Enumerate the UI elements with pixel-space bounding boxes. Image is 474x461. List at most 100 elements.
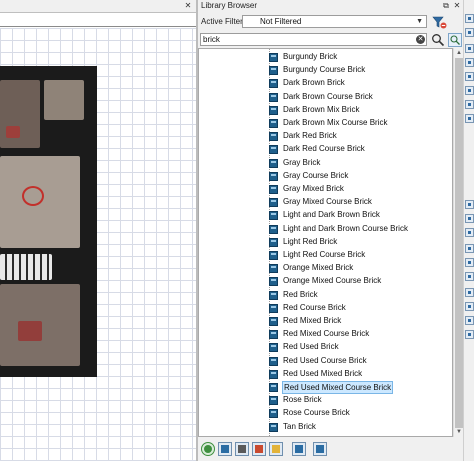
material-swatch-icon <box>269 105 278 115</box>
floor-plan-render[interactable] <box>0 66 97 377</box>
search-row: ✕ <box>198 31 463 47</box>
details-view-icon[interactable] <box>252 442 266 456</box>
import-icon[interactable] <box>292 442 306 456</box>
library-item-label: Light and Dark Brown Course Brick <box>283 223 408 233</box>
library-item[interactable]: Orange Mixed Course Brick <box>267 275 452 288</box>
material-swatch-icon <box>269 53 278 62</box>
library-item[interactable]: Light and Dark Brown Brick <box>267 209 452 222</box>
tool-edit-icon[interactable] <box>465 28 474 37</box>
advanced-search-icon[interactable] <box>448 33 462 47</box>
library-item[interactable]: Tan Brick <box>267 421 452 434</box>
material-swatch-icon <box>269 435 278 436</box>
library-item-label: Red Used Course Brick <box>283 355 367 365</box>
tool-pan-icon[interactable] <box>465 58 474 67</box>
library-item-label: Dark Brown Mix Course Brick <box>283 118 388 127</box>
library-item-label: Red Brick <box>283 289 318 299</box>
material-preview-icon[interactable] <box>218 442 232 456</box>
library-item-label: Tan Course Brick <box>282 435 345 436</box>
library-item[interactable]: Red Course Brick <box>267 302 452 315</box>
library-item-label: Dark Red Brick <box>283 131 337 141</box>
library-item[interactable]: Gray Course Brick <box>267 170 452 183</box>
library-item[interactable]: Burgundy Course Brick <box>267 64 452 77</box>
magnifier-icon[interactable] <box>431 33 445 47</box>
library-item[interactable]: Red Brick <box>267 289 452 302</box>
library-item[interactable]: Dark Brown Brick <box>267 77 452 90</box>
material-swatch-icon <box>269 383 278 392</box>
tree-view-icon[interactable] <box>235 442 249 456</box>
tool-3d-icon[interactable] <box>465 100 474 109</box>
tool-stair-icon[interactable] <box>465 288 474 297</box>
library-item[interactable]: Red Used Brick <box>267 341 452 354</box>
material-swatch-icon <box>269 317 278 326</box>
close-icon[interactable]: ✕ <box>452 0 462 11</box>
library-item[interactable]: Dark Brown Course Brick <box>267 91 452 104</box>
material-swatch-icon <box>269 396 278 406</box>
library-item[interactable]: Gray Mixed Course Brick <box>267 196 452 209</box>
material-swatch-icon <box>269 422 278 432</box>
tool-cabinet-icon[interactable] <box>465 272 474 281</box>
library-item[interactable]: Light Red Brick <box>267 236 452 249</box>
tool-camera-icon[interactable] <box>465 114 474 123</box>
active-filter-dropdown[interactable]: Not Filtered ▼ <box>242 15 427 28</box>
library-item[interactable]: Orange Mixed Brick <box>267 262 452 275</box>
tool-text-icon[interactable] <box>465 258 474 267</box>
library-item-label: Burgundy Course Brick <box>283 65 366 75</box>
material-swatch-icon <box>269 132 278 142</box>
room-top <box>0 80 40 148</box>
library-item[interactable]: Red Used Mixed Brick <box>267 368 452 381</box>
library-item[interactable]: Dark Red Course Brick <box>267 143 452 156</box>
tool-terrain-icon[interactable] <box>465 316 474 325</box>
canvas-close-icon[interactable]: ✕ <box>183 1 193 11</box>
library-item-label: Burgundy Brick <box>283 52 338 61</box>
library-item[interactable]: Red Mixed Course Brick <box>267 328 452 341</box>
options-icon[interactable] <box>313 442 327 456</box>
tool-select-icon[interactable] <box>465 14 474 23</box>
library-item[interactable]: Gray Mixed Brick <box>267 183 452 196</box>
library-item[interactable]: Rose Course Brick <box>267 407 452 420</box>
library-item[interactable]: Dark Brown Mix Brick <box>267 104 452 117</box>
library-item[interactable]: Dark Red Brick <box>267 130 452 143</box>
library-search-input[interactable] <box>200 33 427 46</box>
scroll-down-icon[interactable]: ▼ <box>455 428 463 436</box>
library-item-label: Rose Course Brick <box>283 408 350 418</box>
material-swatch-icon <box>269 119 278 128</box>
library-item[interactable]: Rose Brick <box>267 394 452 407</box>
tool-zoom-icon[interactable] <box>465 44 474 53</box>
library-item-label: Red Mixed Brick <box>283 316 342 325</box>
library-item[interactable]: Light and Dark Brown Course Brick <box>267 223 452 236</box>
thumbnail-view-icon[interactable] <box>269 442 283 456</box>
material-swatch-icon <box>269 237 278 247</box>
library-item-label: Red Mixed Course Brick <box>283 329 370 339</box>
library-scrollbar[interactable]: ▲ ▼ <box>453 48 463 437</box>
scroll-up-icon[interactable]: ▲ <box>455 49 463 57</box>
tool-roof-icon[interactable] <box>465 302 474 311</box>
library-item-label: Light Red Course Brick <box>283 250 366 259</box>
library-item-label: Orange Mixed Course Brick <box>283 276 382 286</box>
library-item[interactable]: Gray Brick <box>267 157 452 170</box>
refresh-icon[interactable] <box>201 442 215 456</box>
tool-view-icon[interactable] <box>465 86 474 95</box>
tool-wall-icon[interactable] <box>465 200 474 209</box>
tool-door-icon[interactable] <box>465 214 474 223</box>
library-item-label: Dark Brown Mix Brick <box>283 104 360 114</box>
clear-search-icon[interactable]: ✕ <box>416 35 425 44</box>
library-item[interactable]: Tan Course Brick <box>267 434 452 436</box>
plan-canvas[interactable]: ✕ <box>0 0 196 461</box>
filter-funnel-icon[interactable] <box>431 14 447 30</box>
pin-icon[interactable]: ⧉ <box>441 0 451 11</box>
library-item[interactable]: Dark Brown Mix Course Brick <box>267 117 452 130</box>
material-swatch-icon <box>269 79 278 89</box>
tool-layer-icon[interactable] <box>465 72 474 81</box>
library-item[interactable]: Burgundy Brick <box>267 51 452 64</box>
material-swatch-icon <box>269 343 278 353</box>
library-item[interactable]: Red Used Course Brick <box>267 355 452 368</box>
scrollbar-thumb[interactable] <box>455 58 463 428</box>
library-tree[interactable]: Burgundy Brick Burgundy Course Brick Dark … <box>198 48 453 437</box>
tool-window-icon[interactable] <box>465 228 474 237</box>
library-item-label: Red Used Brick <box>283 342 339 352</box>
library-item[interactable]: Red Mixed Brick <box>267 315 452 328</box>
library-item[interactable]: Red Used Mixed Course Brick <box>267 381 452 394</box>
tool-symbol-icon[interactable] <box>465 330 474 339</box>
library-item[interactable]: Light Red Course Brick <box>267 249 452 262</box>
tool-dimension-icon[interactable] <box>465 244 474 253</box>
